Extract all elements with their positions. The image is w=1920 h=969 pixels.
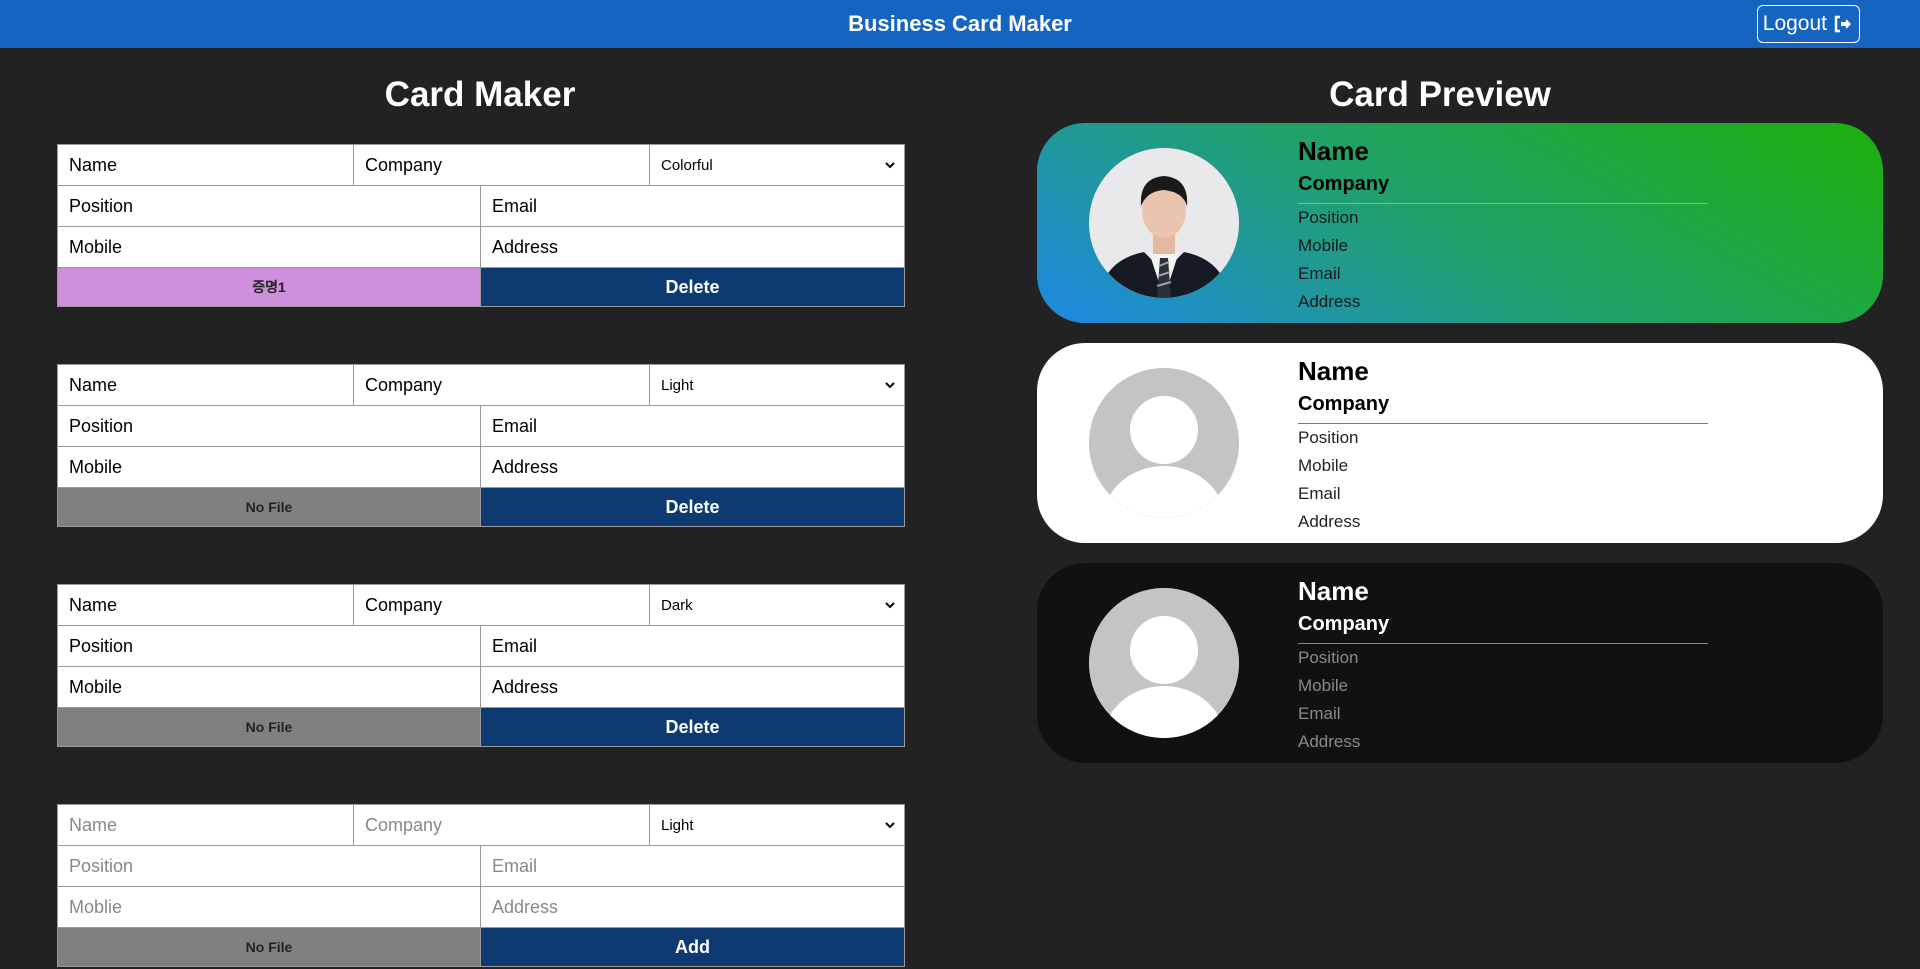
card-maker-title: Card Maker: [384, 75, 576, 114]
card-address: Address: [1298, 512, 1361, 531]
file-upload-button[interactable]: No File: [58, 928, 481, 966]
name-input[interactable]: Name: [58, 145, 354, 185]
position-input[interactable]: Position: [58, 406, 481, 446]
position-input[interactable]: Position: [58, 186, 481, 226]
card-name: Name: [1298, 136, 1369, 166]
card-add-form: Name Company Light Position Email Moblie…: [57, 804, 905, 967]
card-edit-form: Name Company Colorful Position Email Mob…: [57, 144, 905, 307]
logout-label: Logout: [1762, 12, 1827, 35]
theme-select[interactable]: Light: [650, 365, 904, 405]
card-email: Email: [1298, 264, 1341, 283]
mobile-input[interactable]: Mobile: [58, 667, 481, 707]
chevron-down-icon: [885, 382, 895, 389]
address-input[interactable]: Address: [481, 447, 904, 487]
mobile-input[interactable]: Moblie: [58, 887, 481, 927]
file-upload-button[interactable]: No File: [58, 708, 481, 746]
company-input[interactable]: Company: [354, 365, 650, 405]
card-address: Address: [1298, 732, 1361, 751]
mobile-input[interactable]: Mobile: [58, 447, 481, 487]
chevron-down-icon: [885, 162, 895, 169]
card-email: Email: [1298, 484, 1341, 503]
card-mobile: Mobile: [1298, 456, 1349, 475]
logout-button[interactable]: Logout: [1756, 5, 1860, 43]
card-position: Position: [1298, 648, 1359, 667]
mobile-input[interactable]: Mobile: [58, 227, 481, 267]
profile-photo: [1089, 148, 1239, 298]
email-input[interactable]: Email: [481, 846, 904, 886]
address-input[interactable]: Address: [481, 887, 904, 927]
preview-card: Name Company Position Mobile Email Addre…: [1037, 563, 1883, 763]
delete-button[interactable]: Delete: [481, 708, 904, 746]
default-avatar-icon: [1089, 368, 1239, 518]
card-email: Email: [1298, 704, 1341, 723]
position-input[interactable]: Position: [58, 626, 481, 666]
name-input[interactable]: Name: [58, 585, 354, 625]
name-input[interactable]: Name: [58, 805, 354, 845]
default-avatar-icon: [1089, 588, 1239, 738]
card-maker: Card Maker Name Company Colorful Positio…: [0, 48, 960, 967]
app-header: Business Card Maker Logout: [0, 0, 1920, 48]
app-title: Business Card Maker: [848, 11, 1072, 36]
chevron-down-icon: [885, 602, 895, 609]
theme-select-value: Light: [661, 816, 694, 834]
name-input[interactable]: Name: [58, 365, 354, 405]
theme-select-value: Colorful: [661, 156, 713, 174]
email-input[interactable]: Email: [481, 406, 904, 446]
card-mobile: Mobile: [1298, 676, 1349, 695]
email-input[interactable]: Email: [481, 186, 904, 226]
card-position: Position: [1298, 428, 1359, 447]
theme-select-value: Dark: [661, 596, 693, 614]
card-company: Company: [1298, 169, 1708, 204]
card-edit-form: Name Company Dark Position Email Mobile …: [57, 584, 905, 747]
address-input[interactable]: Address: [481, 667, 904, 707]
delete-button[interactable]: Delete: [481, 488, 904, 526]
theme-select[interactable]: Light: [650, 805, 904, 845]
theme-select-value: Light: [661, 376, 694, 394]
preview-card: Name Company Position Mobile Email Addre…: [1037, 343, 1883, 543]
card-company: Company: [1298, 389, 1708, 424]
profile-photo-image: [1089, 148, 1239, 298]
theme-select[interactable]: Dark: [650, 585, 904, 625]
delete-button[interactable]: Delete: [481, 268, 904, 306]
card-edit-form: Name Company Light Position Email Mobile…: [57, 364, 905, 527]
sign-out-icon: [1834, 15, 1851, 33]
card-address: Address: [1298, 292, 1361, 311]
chevron-down-icon: [885, 822, 895, 829]
add-button[interactable]: Add: [481, 928, 904, 966]
card-mobile: Mobile: [1298, 236, 1349, 255]
company-input[interactable]: Company: [354, 805, 650, 845]
position-input[interactable]: Position: [58, 846, 481, 886]
file-upload-button[interactable]: No File: [58, 488, 481, 526]
card-preview-title: Card Preview: [1329, 75, 1551, 114]
card-preview: Card Preview Name Company Position Mobil…: [960, 48, 1920, 763]
company-input[interactable]: Company: [354, 585, 650, 625]
card-company: Company: [1298, 609, 1708, 644]
card-name: Name: [1298, 576, 1369, 606]
preview-card: Name Company Position Mobile Email Addre…: [1037, 123, 1883, 323]
theme-select[interactable]: Colorful: [650, 145, 904, 185]
address-input[interactable]: Address: [481, 227, 904, 267]
card-position: Position: [1298, 208, 1359, 227]
file-upload-button[interactable]: 증명1: [58, 268, 481, 306]
company-input[interactable]: Company: [354, 145, 650, 185]
email-input[interactable]: Email: [481, 626, 904, 666]
card-name: Name: [1298, 356, 1369, 386]
